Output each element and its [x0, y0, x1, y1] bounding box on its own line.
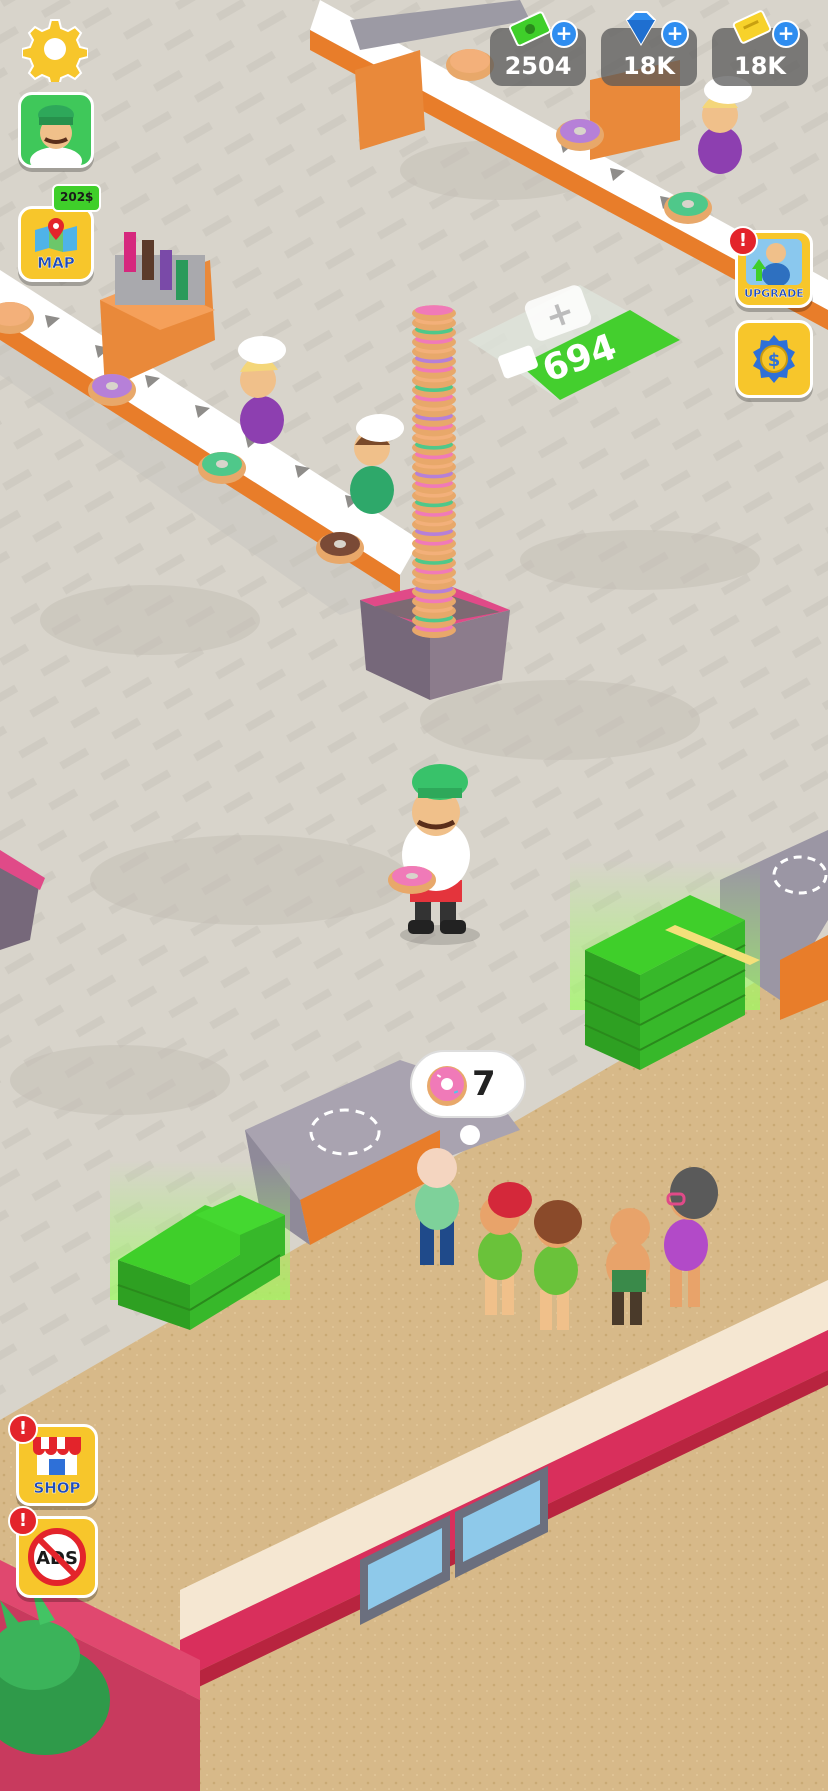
- shop-button-label: SHOP: [33, 1479, 81, 1497]
- profile-button[interactable]: [18, 92, 94, 168]
- gems-counter[interactable]: + 18K: [601, 11, 697, 86]
- shop-alert-icon: !: [8, 1414, 38, 1444]
- game-scene: [0, 0, 828, 1791]
- ads-alert-icon: !: [8, 1506, 38, 1536]
- map-pin-icon: [35, 218, 77, 252]
- map-reward-badge: 202$: [52, 184, 102, 212]
- gems-amount: 18K: [623, 52, 675, 80]
- svg-text:$: $: [768, 350, 781, 371]
- tickets-amount: 18K: [734, 52, 786, 80]
- speech-bubble-tail: [460, 1125, 480, 1145]
- donut-icon: [427, 1066, 467, 1106]
- settings-gear-icon: [21, 19, 89, 87]
- tower-donut-icing: [415, 305, 453, 316]
- map-button-label: MAP: [37, 254, 75, 272]
- customer-order-bubble: 7: [410, 1050, 526, 1118]
- gems-add-button[interactable]: +: [661, 20, 689, 48]
- cash-amount: 2504: [504, 52, 572, 80]
- shop-icon: [33, 1437, 81, 1475]
- gem-icon: [625, 11, 657, 46]
- upgrade-button-label: UPGRADE: [744, 286, 804, 300]
- profile-avatar-icon: [30, 105, 82, 165]
- coin-icon: $: [753, 335, 795, 383]
- ticket-icon: [732, 10, 772, 44]
- cash-counter[interactable]: + 2504: [490, 11, 586, 86]
- tickets-add-button[interactable]: +: [772, 20, 800, 48]
- platform-cost-badge[interactable]: + 694: [470, 280, 680, 410]
- game-viewport[interactable]: + 694 7 MAP 202$ + 2504 + 18K + 18K UPGR…: [0, 0, 828, 1791]
- cash-add-button[interactable]: +: [550, 20, 578, 48]
- tickets-counter[interactable]: + 18K: [712, 10, 808, 86]
- map-button[interactable]: MAP: [18, 206, 94, 282]
- coin-shop-button[interactable]: $: [735, 320, 813, 398]
- no-ads-icon: ADS: [28, 1528, 86, 1586]
- order-count: 7: [472, 1064, 496, 1104]
- cash-icon: [509, 11, 551, 46]
- map-reward-amount: 202$: [60, 190, 94, 204]
- donut-tower: [412, 305, 456, 638]
- settings-button[interactable]: [21, 16, 89, 87]
- upgrade-alert-icon: !: [728, 226, 758, 256]
